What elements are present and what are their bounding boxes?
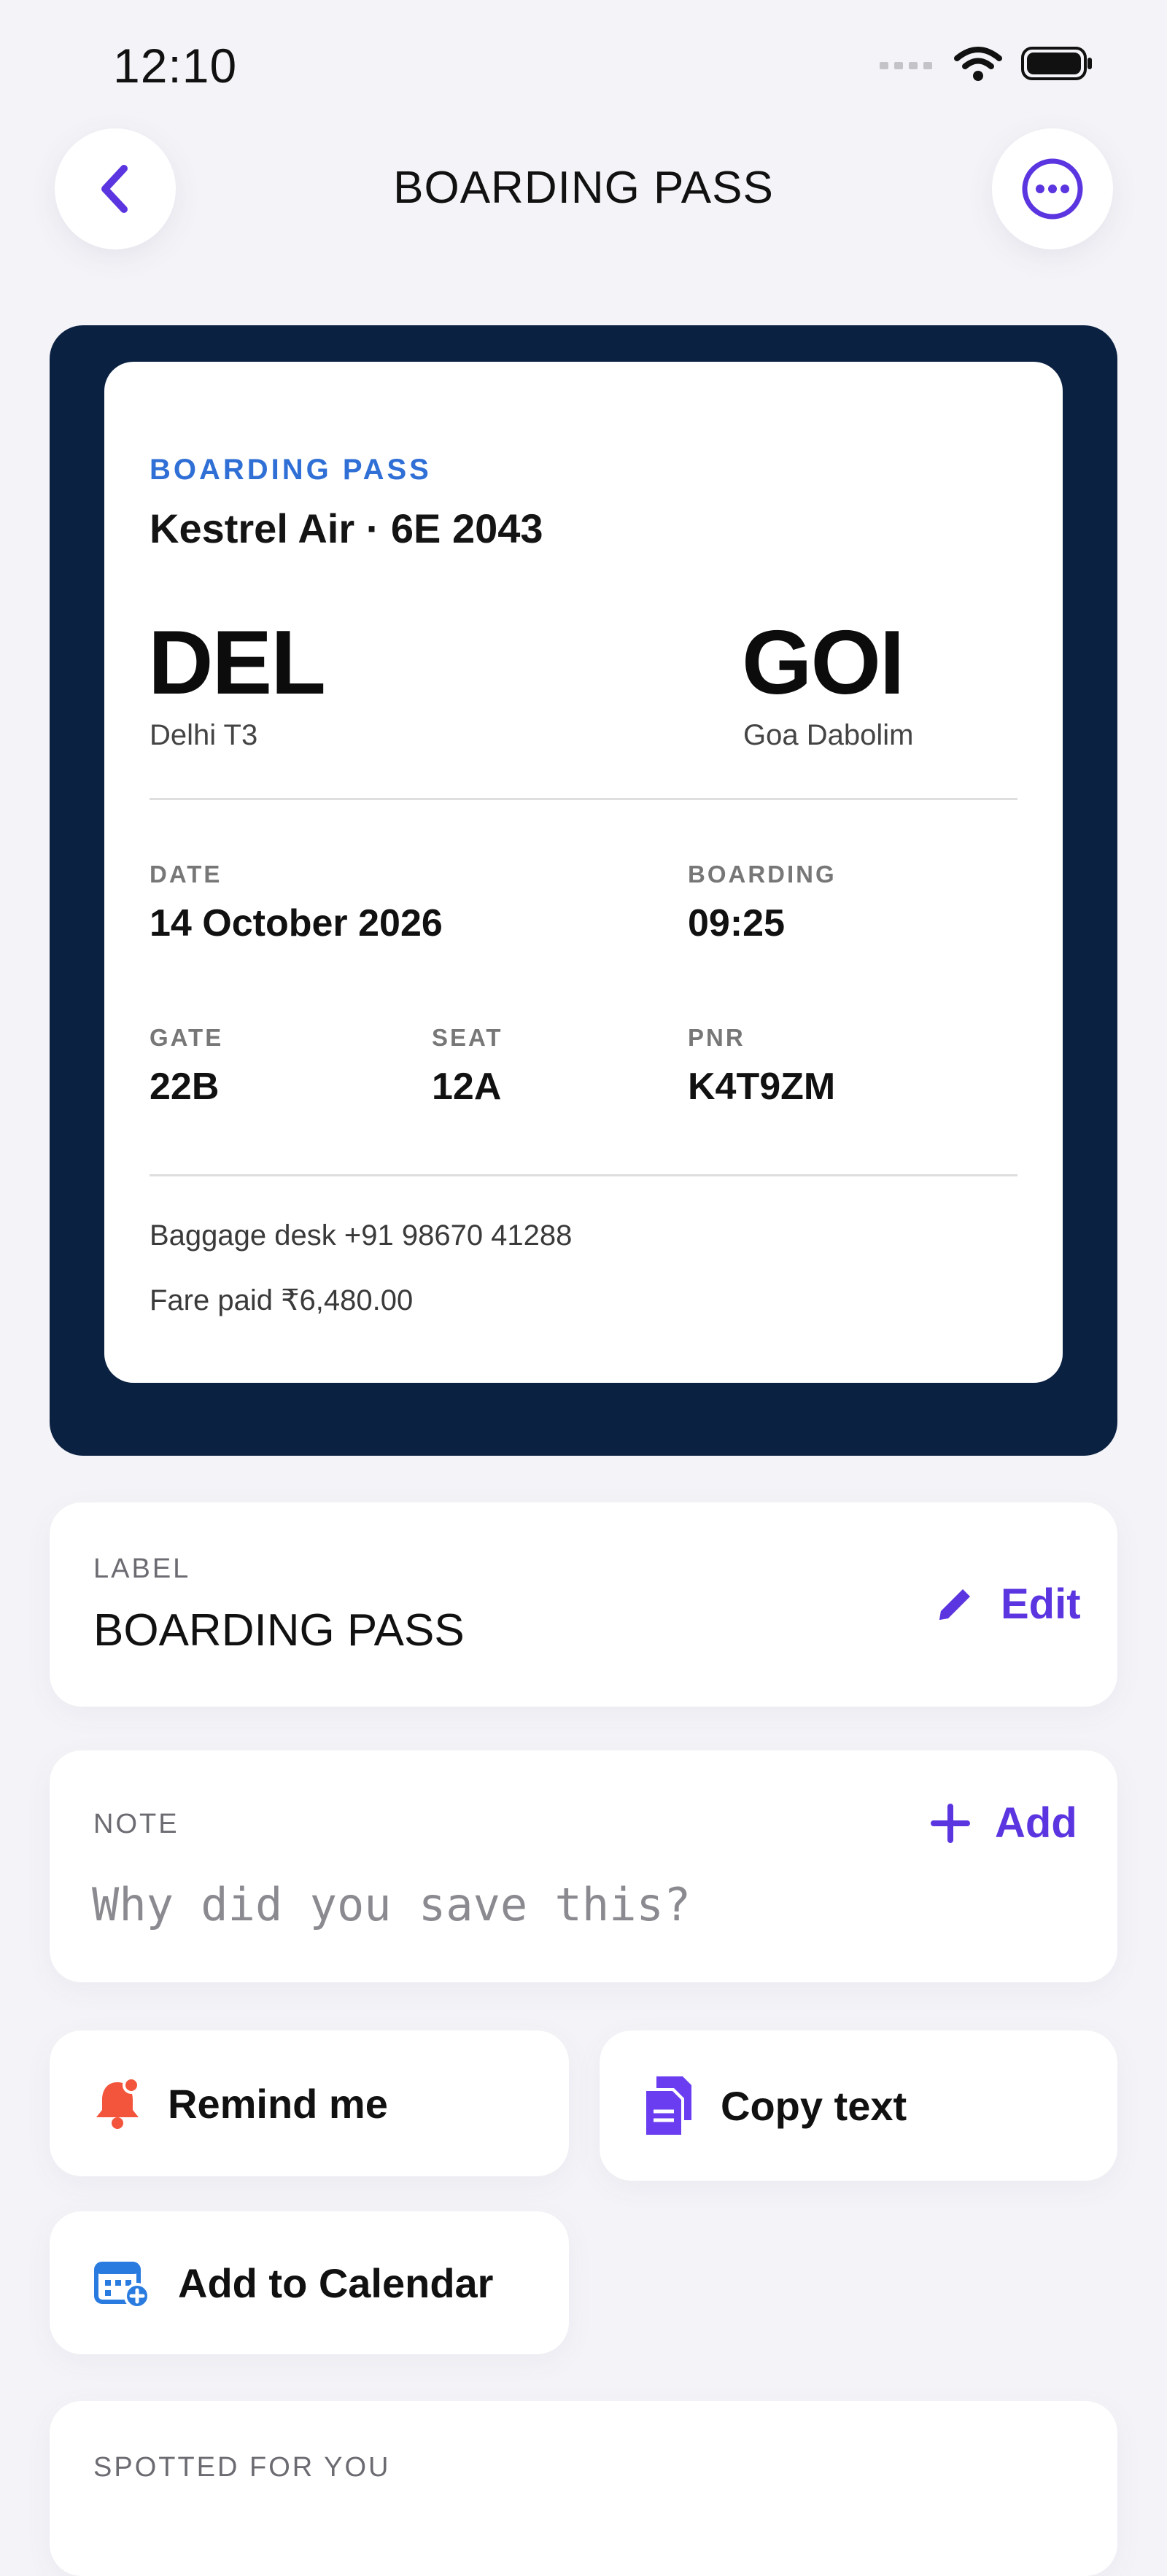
cellular-signal-icon [880,62,932,69]
wifi-icon [954,47,1002,81]
spotted-for-you-card [50,2401,1117,2576]
label-heading: LABEL [93,1553,191,1584]
spotted-heading: SPOTTED FOR YOU [93,2452,391,2483]
label-value: BOARDING PASS [93,1605,465,1656]
boarding-label: BOARDING [688,861,837,888]
pnr-value: K4T9ZM [688,1066,836,1108]
battery-icon [1021,47,1092,80]
destination-city: Goa Dabolim [743,719,914,751]
note-input[interactable]: Why did you save this? [92,1878,691,1931]
bell-icon [96,2076,140,2129]
note-card [50,1750,1117,1982]
remind-me-button[interactable]: Remind me [50,2030,569,2176]
pencil-icon [939,1588,970,1620]
boarding-value: 09:25 [688,902,785,944]
gate-label: GATE [150,1024,224,1051]
pass-divider [150,798,1017,800]
pass-kicker: BOARDING PASS [150,454,432,486]
copy-text-button[interactable]: Copy text [600,2030,1117,2181]
add-note-button[interactable]: Add [931,1799,1077,1847]
edit-label-button[interactable]: Edit [934,1580,1081,1629]
remind-me-label: Remind me [168,2080,388,2127]
pnr-label: PNR [688,1024,745,1051]
copy-document-icon [646,2076,691,2135]
add-note-text: Add [995,1799,1077,1847]
origin-code: DEL [148,613,326,713]
note-heading: NOTE [93,1809,179,1839]
date-value: 14 October 2026 [150,902,443,944]
ellipsis-circle-icon [1022,158,1083,220]
seat-value: 12A [432,1066,502,1108]
origin-city: Delhi T3 [150,719,258,751]
destination-code: GOI [742,613,904,713]
fare-paid-line: Fare paid ₹6,480.00 [150,1284,414,1316]
status-icons [880,45,1094,82]
gate-value: 22B [150,1066,220,1108]
plus-icon [931,1803,970,1843]
edit-label-text: Edit [1001,1580,1081,1628]
calendar-add-icon [94,2262,150,2309]
date-label: DATE [150,861,222,888]
add-to-calendar-label: Add to Calendar [178,2259,494,2306]
copy-text-label: Copy text [721,2082,907,2129]
add-to-calendar-button[interactable]: Add to Calendar [50,2211,569,2354]
baggage-desk-line: Baggage desk +91 98670 41288 [150,1219,573,1252]
pass-divider [150,1174,1017,1176]
pass-airline-flight: Kestrel Air · 6E 2043 [150,505,543,551]
status-time: 12:10 [113,39,238,93]
more-button[interactable] [992,128,1113,249]
seat-label: SEAT [432,1024,503,1051]
